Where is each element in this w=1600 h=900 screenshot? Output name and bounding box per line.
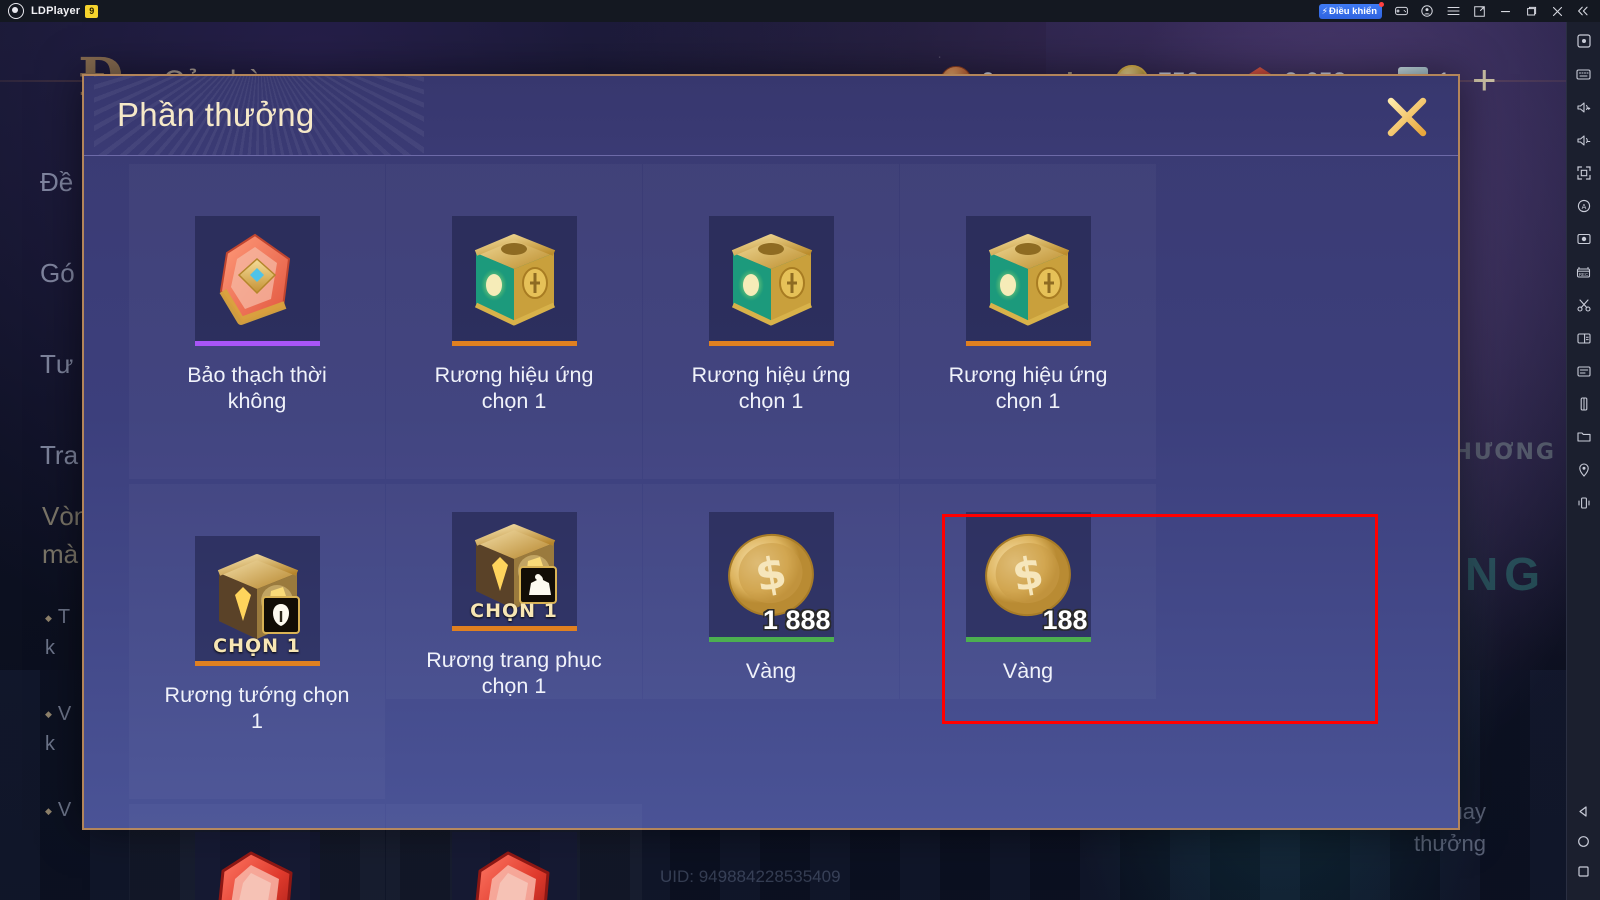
- reward-item-0[interactable]: Bảo thạch thời không: [129, 164, 385, 479]
- reward-item-rarity-bar: [451, 626, 577, 631]
- reward-item-name: Rương trang phục chọn 1: [426, 648, 602, 698]
- new-window-icon[interactable]: [1466, 0, 1492, 22]
- bolt-icon: ⚡: [1321, 5, 1328, 16]
- fullscreen-icon[interactable]: [1571, 160, 1597, 186]
- reward-item-8[interactable]: 60Ruby: [129, 804, 385, 900]
- reward-item-name: Bảo thạch thời không: [187, 363, 327, 413]
- app-name: LDPlayer: [31, 5, 81, 17]
- add-currency-button[interactable]: +: [1472, 59, 1497, 101]
- svg-text:REC: REC: [1579, 272, 1588, 277]
- close-button[interactable]: [1384, 94, 1430, 140]
- ldplayer-logo-icon: [8, 3, 24, 19]
- reward-item-quantity: 188: [1042, 605, 1088, 635]
- reward-dialog: Phần thưởng Bảo thạch thời không Rương h…: [82, 74, 1460, 900]
- shake-icon[interactable]: [1571, 391, 1597, 417]
- ruby-red-icon: [452, 832, 577, 900]
- reward-item-name: Vàng: [745, 659, 797, 683]
- notification-dot: [1379, 1, 1384, 7]
- reward-item-icon: 60: [194, 832, 320, 900]
- reward-item-rarity-bar: [708, 341, 834, 346]
- reward-item-7[interactable]: $ 188 Vàng: [900, 484, 1156, 699]
- game-header: Ð Cửa hàng 0 + 750 3 653 1 +: [0, 22, 1566, 104]
- chest-green-icon: [709, 216, 834, 341]
- maximize-icon[interactable]: [1518, 0, 1544, 22]
- hamburger-menu-icon[interactable]: [1440, 0, 1466, 22]
- reward-item-icon: [194, 216, 320, 341]
- reward-item-rarity-bar: [194, 341, 320, 346]
- volume-down-icon[interactable]: [1571, 127, 1597, 153]
- reward-item-2[interactable]: Rương hiệu ứng chọn 1: [643, 164, 899, 479]
- reward-item-icon: [451, 216, 577, 341]
- reward-item-name: Rương tướng chọn 1: [164, 683, 350, 733]
- control-button-label: Điều khiển: [1328, 5, 1377, 17]
- multi-instance-icon[interactable]: [1571, 325, 1597, 351]
- gem-purple-icon: [195, 216, 320, 341]
- account-icon[interactable]: [1414, 0, 1440, 22]
- reward-item-name: Rương hiệu ứng chọn 1: [434, 363, 594, 413]
- reward-item-name: Rương hiệu ứng chọn 1: [691, 363, 851, 413]
- reward-item-3[interactable]: Rương hiệu ứng chọn 1: [900, 164, 1156, 479]
- collapse-icon[interactable]: [1570, 0, 1596, 22]
- reward-item-icon: CHỌN 1: [451, 512, 577, 627]
- chest-green-icon: [966, 216, 1091, 341]
- reward-item-9[interactable]: 100Ruby: [386, 804, 642, 900]
- reward-item-name: Rương hiệu ứng chọn 1: [948, 363, 1108, 413]
- chest-green-icon: [452, 216, 577, 341]
- reward-item-rarity-bar: [194, 661, 320, 666]
- gamepad-icon[interactable]: [1388, 0, 1414, 22]
- fullscreen-toggle-icon[interactable]: [1571, 28, 1597, 54]
- reward-item-icon: $ 188: [965, 512, 1091, 637]
- video-record-icon[interactable]: REC: [1571, 259, 1597, 285]
- reward-item-icon: CHỌN 1: [194, 536, 320, 661]
- close-icon[interactable]: [1544, 0, 1570, 22]
- recents-icon[interactable]: [1571, 856, 1597, 886]
- reward-item-5[interactable]: CHỌN 1 Rương trang phục chọn 1: [386, 484, 642, 699]
- scissors-icon[interactable]: [1571, 292, 1597, 318]
- reward-item-grid: Bảo thạch thời không Rương hiệu ứng chọn…: [84, 156, 1458, 900]
- reward-item-icon: [708, 216, 834, 341]
- reward-item-rarity-bar: [708, 637, 834, 642]
- reward-dialog-header: Phần thưởng: [84, 76, 1458, 156]
- reward-item-name: Vàng: [1002, 659, 1054, 683]
- reward-item-quantity: 1 888: [762, 605, 831, 635]
- svg-text:A: A: [1581, 204, 1586, 211]
- reward-item-overlay-label: CHỌN 1: [213, 635, 301, 657]
- reward-item-rarity-bar: [965, 341, 1091, 346]
- reward-item-icon: [965, 216, 1091, 341]
- version-badge: 9: [85, 4, 99, 18]
- page-title: Phần thưởng: [117, 96, 315, 133]
- keyboard-icon[interactable]: [1571, 61, 1597, 87]
- folder-icon[interactable]: [1571, 424, 1597, 450]
- home-icon[interactable]: [1571, 826, 1597, 856]
- location-icon[interactable]: [1571, 457, 1597, 483]
- volume-up-icon[interactable]: [1571, 94, 1597, 120]
- reward-item-rarity-bar: [451, 341, 577, 346]
- minimize-icon[interactable]: [1492, 0, 1518, 22]
- operation-record-icon[interactable]: [1571, 358, 1597, 384]
- reward-item-overlay-label: CHỌN 1: [470, 600, 558, 623]
- vibrate-icon[interactable]: [1571, 490, 1597, 516]
- reward-item-icon: 100: [451, 832, 577, 900]
- ldplayer-window: APHENY HƯƠNG ÔNG UID: 949884228535409 Qu…: [0, 0, 1600, 900]
- screenshot-icon[interactable]: [1571, 226, 1597, 252]
- reward-item-1[interactable]: Rương hiệu ứng chọn 1: [386, 164, 642, 479]
- reward-item-4[interactable]: CHỌN 1 Rương tướng chọn 1: [129, 484, 385, 799]
- reward-item-icon: $ 1 888: [708, 512, 834, 637]
- titlebar: LDPlayer 9 ⚡ Điều khiển: [0, 0, 1600, 22]
- emulator-toolbar: A REC: [1566, 22, 1600, 900]
- control-button[interactable]: ⚡ Điều khiển: [1318, 1, 1384, 19]
- reward-item-6[interactable]: $ 1 888 Vàng: [643, 484, 899, 699]
- titlebar-controls: ⚡ Điều khiển: [1318, 0, 1600, 22]
- back-icon[interactable]: [1571, 796, 1597, 826]
- ruby-red-icon: [195, 832, 320, 900]
- auto-rotate-icon[interactable]: A: [1571, 193, 1597, 219]
- reward-item-rarity-bar: [965, 637, 1091, 642]
